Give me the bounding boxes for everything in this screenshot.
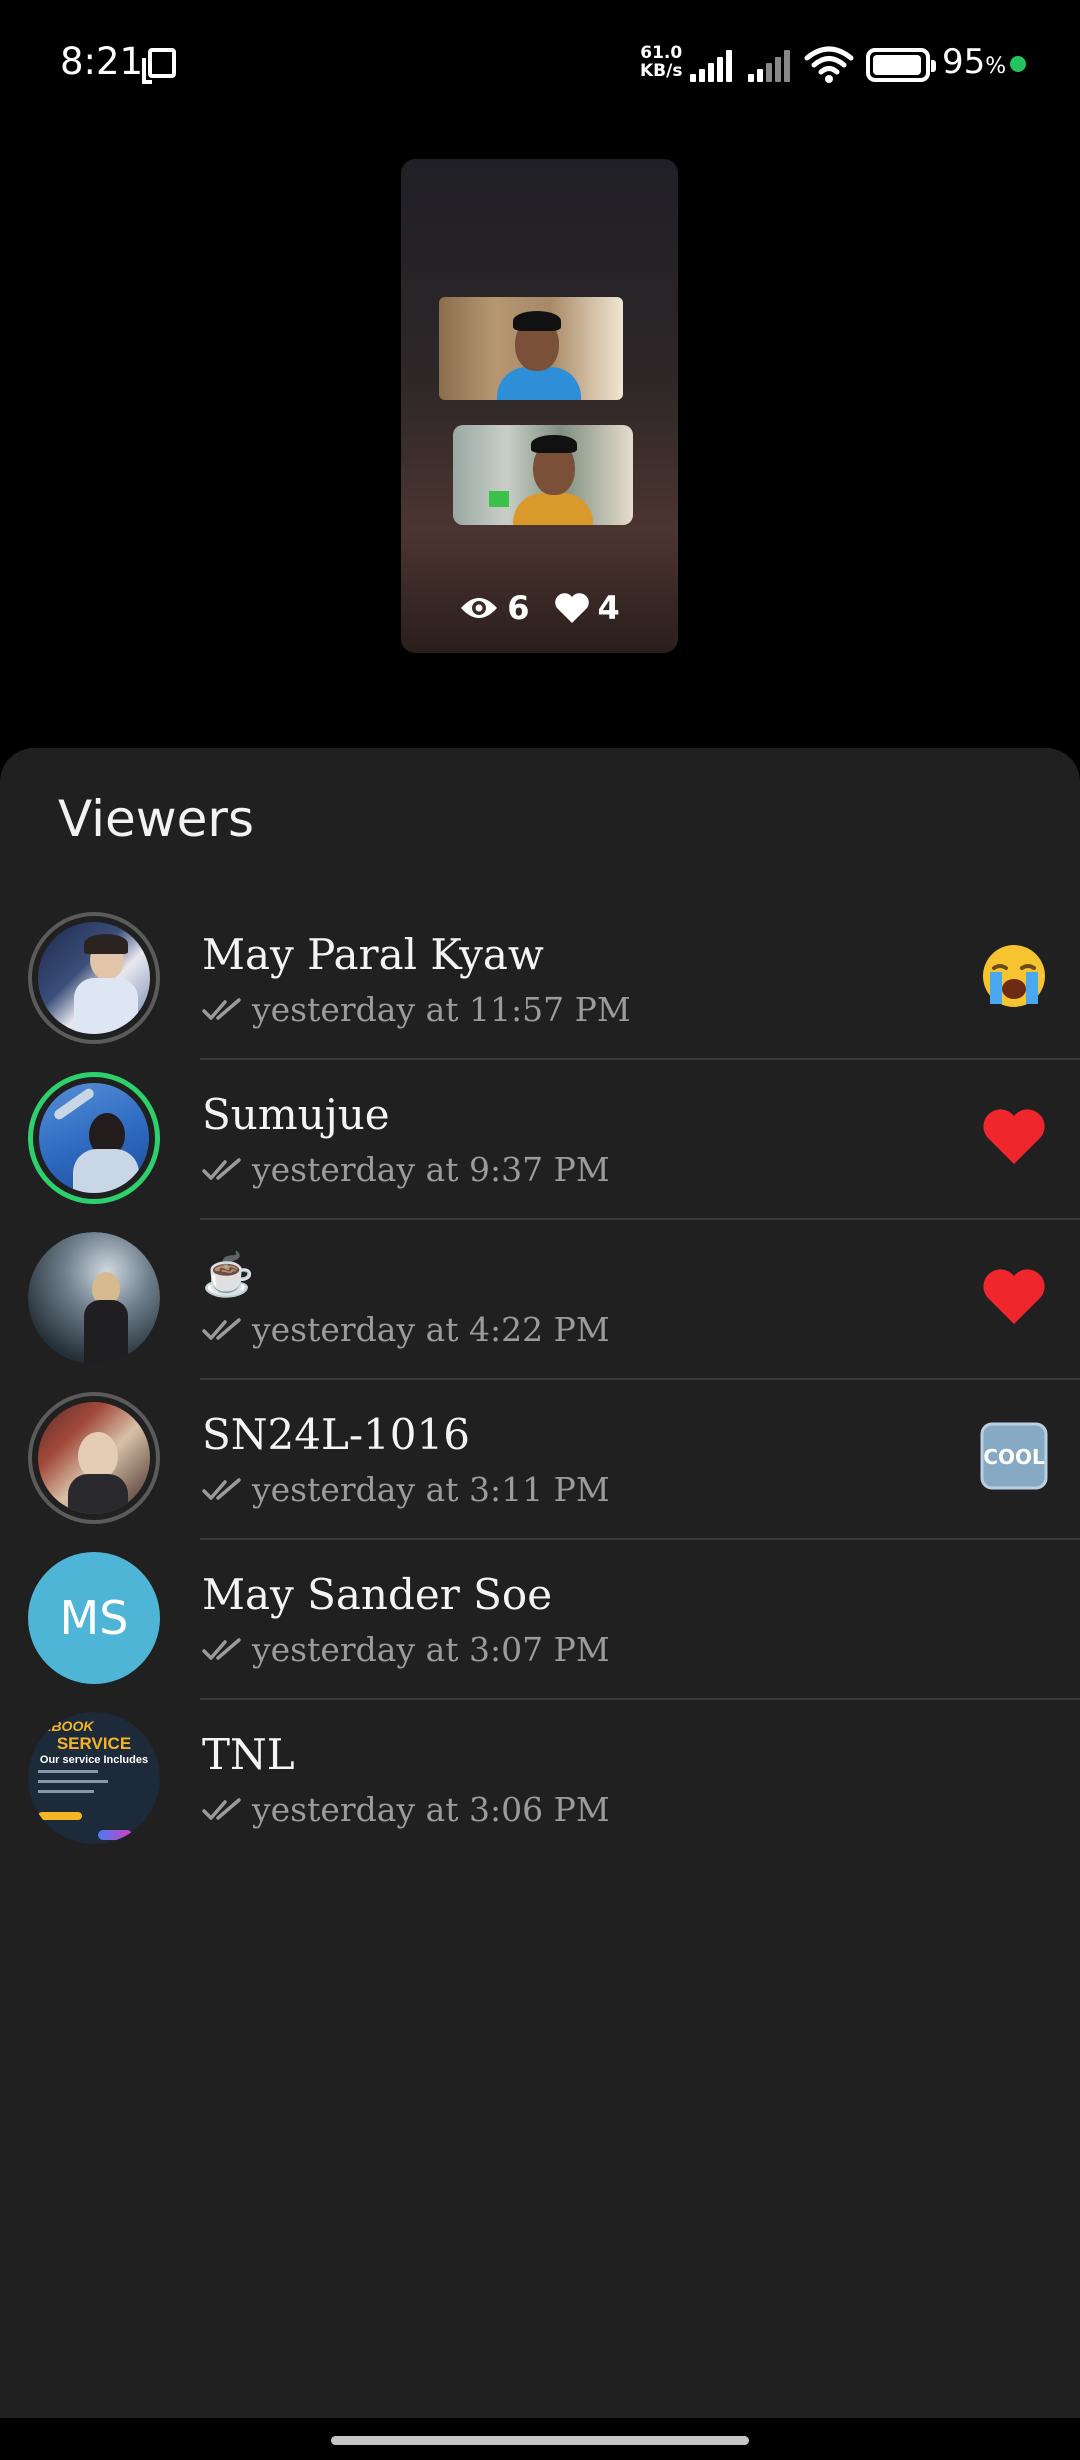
double-check-icon [202, 1317, 241, 1340]
story-stats: 6 4 [401, 586, 678, 630]
viewer-name: May Sander Soe [202, 1570, 553, 1619]
viewer-meta: yesterday at 4:22 PM [202, 1310, 610, 1349]
home-indicator[interactable] [331, 2436, 749, 2445]
crying-emoji-icon [983, 945, 1045, 1007]
network-speed: 61.0 KB/s [640, 44, 682, 80]
screen-mirror-icon [142, 48, 176, 84]
story-preview[interactable]: 6 4 [401, 159, 678, 653]
heart-reaction-icon [983, 1269, 1045, 1324]
viewed-time: yesterday at 11:57 PM [252, 990, 631, 1029]
viewer-name: TNL [202, 1730, 295, 1779]
viewed-time: yesterday at 3:07 PM [252, 1630, 610, 1669]
status-bar: 8:21 61.0 KB/s 95% [0, 0, 1080, 130]
wifi-icon [804, 46, 854, 83]
cool-label: COOL [983, 1445, 1045, 1469]
viewer-row[interactable]: Sumujue yesterday at 9:37 PM [0, 1060, 1080, 1220]
viewer-name: ☕ [202, 1250, 255, 1299]
sheet-title: Viewers [58, 790, 255, 848]
viewers-sheet: Viewers May Paral Kyaw yesterday at 11:5… [0, 748, 1080, 2460]
viewer-row[interactable]: May Paral Kyaw yesterday at 11:57 PM [0, 900, 1080, 1060]
viewer-row[interactable]: MS May Sander Soe yesterday at 3:07 PM [0, 1540, 1080, 1700]
charging-dot [1010, 56, 1026, 72]
viewer-name: May Paral Kyaw [202, 930, 544, 979]
views-count: 6 [507, 589, 530, 627]
clock: 8:21 [60, 40, 144, 83]
cool-emoji-icon: COOL [980, 1422, 1048, 1490]
double-check-icon [202, 1797, 241, 1820]
double-check-icon [202, 997, 241, 1020]
story-photo [439, 297, 623, 400]
heart-reaction-icon [983, 1109, 1045, 1164]
avatar[interactable] [28, 1392, 160, 1524]
viewer-meta: yesterday at 11:57 PM [202, 990, 631, 1029]
viewer-meta: yesterday at 3:07 PM [202, 1630, 610, 1669]
double-check-icon [202, 1477, 241, 1500]
avatar[interactable] [28, 1232, 160, 1364]
viewer-row[interactable]: CEBOOK SERVICE Our service Includes TNL … [0, 1700, 1080, 1860]
avatar-text: Our service Includes [39, 1754, 149, 1766]
viewer-meta: yesterday at 3:06 PM [202, 1790, 610, 1829]
viewed-time: yesterday at 9:37 PM [252, 1150, 610, 1189]
battery-percent: 95% [942, 42, 1007, 82]
signal-icon [748, 50, 794, 82]
viewer-name: Sumujue [202, 1090, 390, 1139]
likes-count: 4 [597, 589, 620, 627]
viewer-row[interactable]: ☕ yesterday at 4:22 PM [0, 1220, 1080, 1380]
network-speed-value: 61.0 [640, 43, 683, 63]
network-speed-unit: KB/s [640, 61, 683, 81]
viewer-meta: yesterday at 3:11 PM [202, 1470, 610, 1509]
viewer-name: SN24L-1016 [202, 1410, 470, 1459]
viewed-time: yesterday at 3:11 PM [252, 1470, 610, 1509]
viewer-meta: yesterday at 9:37 PM [202, 1150, 610, 1189]
signal-icon [690, 50, 736, 82]
double-check-icon [202, 1637, 241, 1660]
heart-icon [554, 593, 589, 623]
avatar-initials[interactable]: MS [28, 1552, 160, 1684]
avatar[interactable]: CEBOOK SERVICE Our service Includes [28, 1712, 160, 1844]
viewed-time: yesterday at 4:22 PM [252, 1310, 610, 1349]
viewer-row[interactable]: SN24L-1016 yesterday at 3:11 PM COOL [0, 1380, 1080, 1540]
double-check-icon [202, 1157, 241, 1180]
avatar[interactable] [28, 1072, 160, 1204]
avatar-text: CEBOOK [32, 1718, 94, 1734]
avatar-text: SERVICE [56, 1734, 132, 1753]
story-photo [453, 425, 633, 525]
viewed-time: yesterday at 3:06 PM [252, 1790, 610, 1829]
battery-icon [866, 48, 936, 82]
eye-icon [461, 598, 498, 618]
avatar[interactable] [28, 912, 160, 1044]
